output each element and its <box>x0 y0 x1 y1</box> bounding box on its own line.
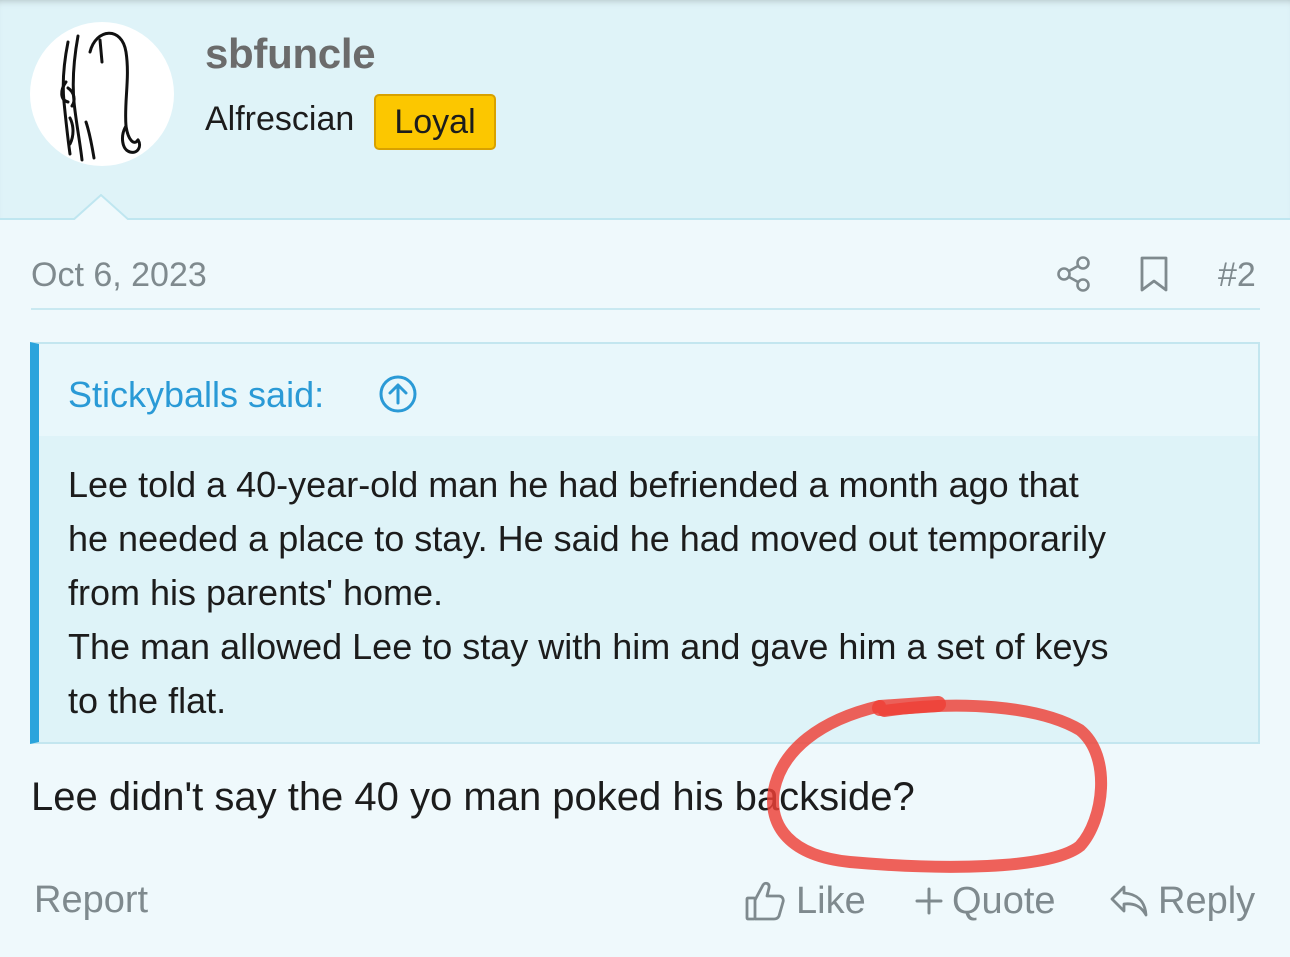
quote-line: to the flat. <box>68 680 227 721</box>
quote-header: Stickyballs said: <box>39 344 1258 436</box>
user-header: sbfuncle Alfrescian Loyal <box>0 0 1290 220</box>
quote-line: from his parents' home. <box>68 572 444 613</box>
quote-block: Stickyballs said: Lee told a 40-year-old… <box>30 342 1260 744</box>
thumbs-up-icon <box>745 881 785 921</box>
avatar-drawing <box>60 31 142 162</box>
quote-line: he needed a place to stay. He said he ha… <box>68 518 1106 559</box>
post-date[interactable]: Oct 6, 2023 <box>31 256 207 295</box>
like-label: Like <box>796 879 866 922</box>
reply-button[interactable]: Reply <box>1108 876 1255 926</box>
post-body-text: Lee didn't say the 40 yo man poked his b… <box>31 775 915 819</box>
user-title: Alfrescian <box>205 100 355 138</box>
quote-author-link[interactable]: Stickyballs said: <box>68 374 324 416</box>
message-pointer-arrow <box>72 194 130 222</box>
post-container: sbfuncle Alfrescian Loyal Oct 6, 2023 #2… <box>0 0 1290 957</box>
quote-button[interactable]: Quote <box>914 876 1056 926</box>
user-banner-badge: Loyal <box>374 94 496 150</box>
meta-divider <box>31 308 1260 310</box>
quote-line: Lee told a 40-year-old man he had befrie… <box>68 464 1079 505</box>
avatar[interactable] <box>30 22 174 166</box>
quote-body: Lee told a 40-year-old man he had befrie… <box>68 458 1238 728</box>
share-icon[interactable] <box>1055 254 1093 294</box>
username[interactable]: sbfuncle <box>205 30 376 78</box>
plus-icon <box>915 887 943 915</box>
bookmark-icon[interactable] <box>1138 254 1170 294</box>
reply-label: Reply <box>1158 879 1256 922</box>
like-button[interactable]: Like <box>744 876 866 926</box>
post-number-link[interactable]: #2 <box>1218 256 1256 295</box>
report-link[interactable]: Report <box>34 879 148 922</box>
quote-line: The man allowed Lee to stay with him and… <box>68 626 1109 667</box>
quote-label: Quote <box>952 879 1056 922</box>
reply-arrow-icon <box>1110 885 1148 917</box>
arrow-up-circle-icon[interactable] <box>378 374 418 414</box>
